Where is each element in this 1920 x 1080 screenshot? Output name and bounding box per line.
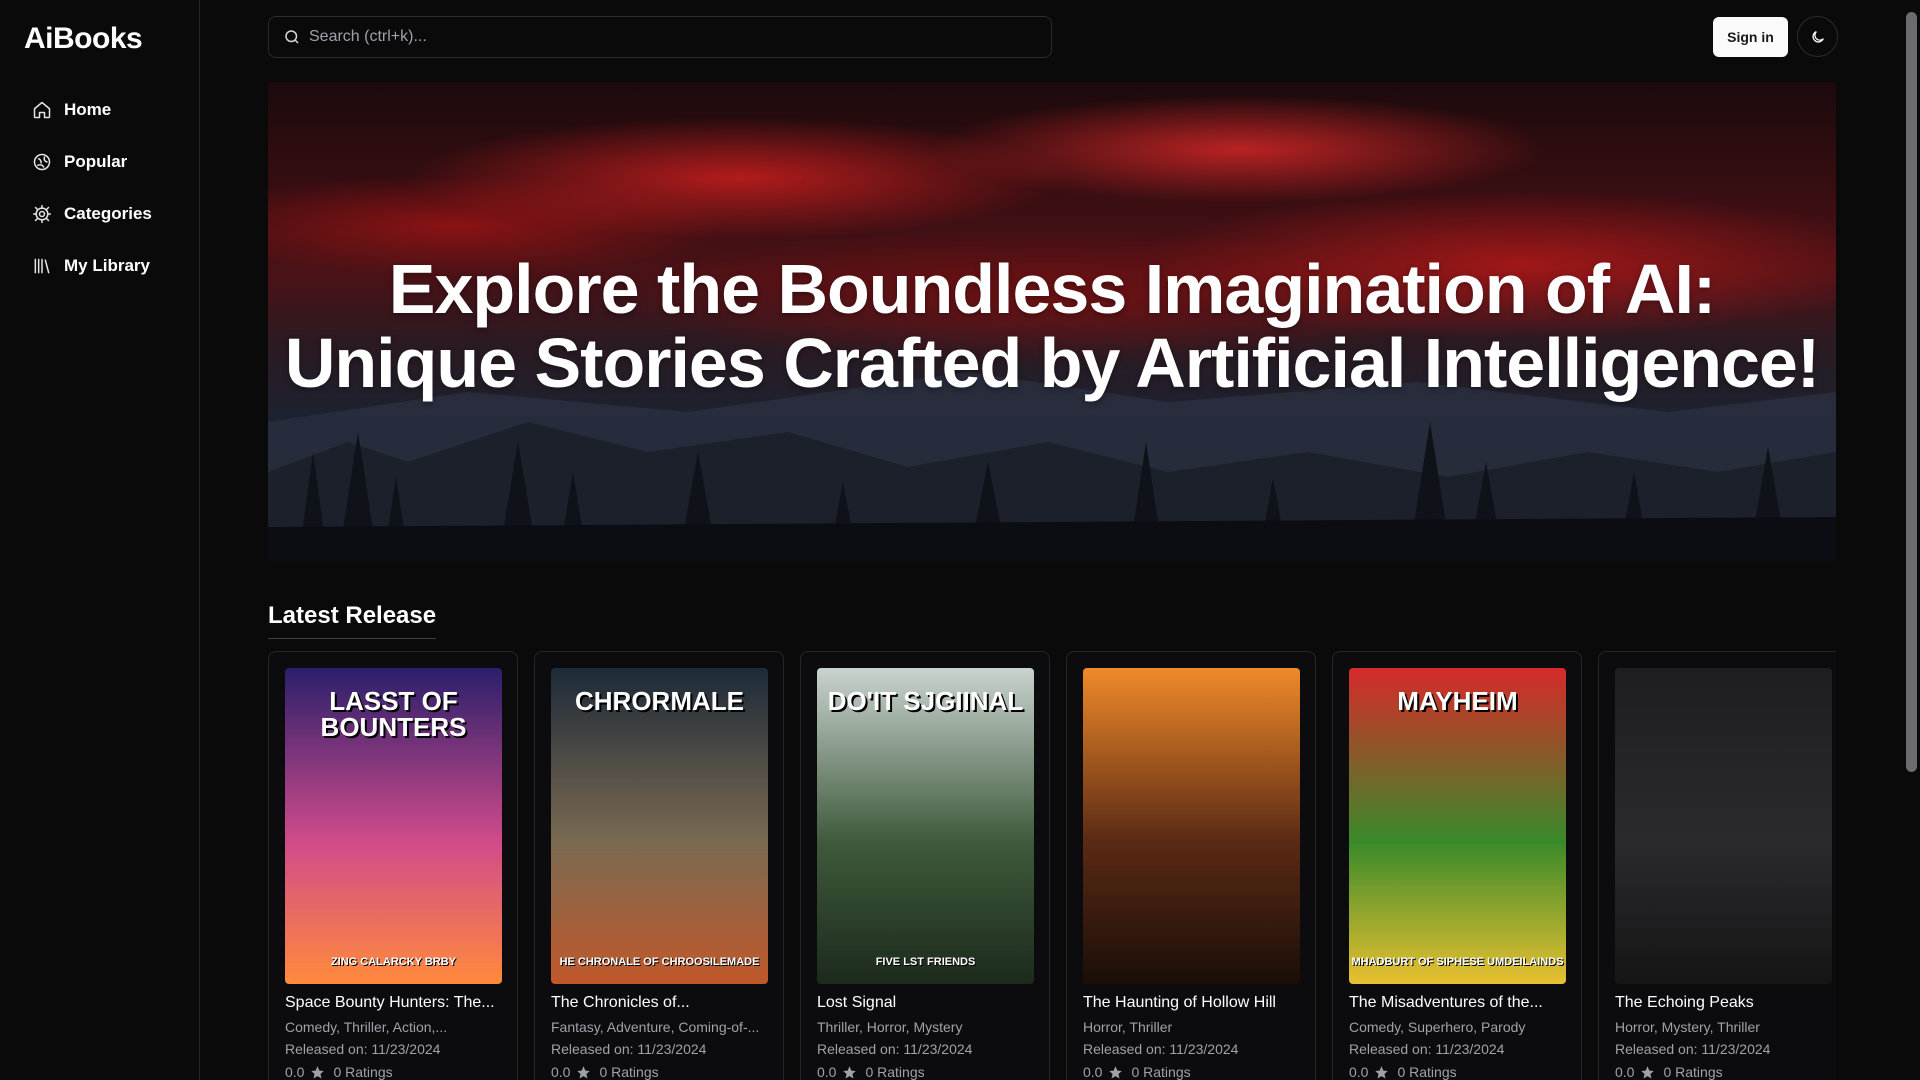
sidebar-item-categories[interactable]: Categories [32, 188, 152, 240]
book-cover-image[interactable]: MAYHEIM MHADBURT OF SIPHESE UMDEILAINDS [1349, 668, 1566, 984]
book-card[interactable]: The Echoing Peaks Horror, Mystery, Thril… [1598, 651, 1836, 1080]
book-title[interactable]: Lost Signal [817, 994, 1039, 1012]
book-title[interactable]: The Chronicles of... [551, 994, 773, 1012]
book-release-date: Released on: 11/23/2024 [1083, 1041, 1239, 1057]
book-card[interactable]: The Haunting of Hollow Hill Horror, Thri… [1066, 651, 1316, 1080]
popular-icon [33, 153, 51, 171]
app-logo[interactable]: AiBooks [24, 22, 143, 56]
search-bar [268, 16, 1052, 58]
sidebar-item-label: Home [64, 100, 112, 119]
sidebar-nav: Home Popular Categories My Library [32, 84, 152, 292]
book-release-date: Released on: 11/23/2024 [1349, 1041, 1505, 1057]
rating-value: 0.0 [1615, 1064, 1635, 1080]
book-genres: Fantasy, Adventure, Coming-of-... [551, 1019, 760, 1035]
sidebar-item-popular[interactable]: Popular [32, 136, 152, 188]
book-rating: 0.0 0 Ratings [285, 1064, 393, 1080]
book-genres: Comedy, Superhero, Parody [1349, 1019, 1526, 1035]
star-icon [577, 1065, 591, 1078]
star-icon [1375, 1065, 1389, 1078]
rating-value: 0.0 [1349, 1064, 1369, 1080]
sidebar-item-label: Popular [64, 152, 128, 171]
cover-title-text: DO'IT SJGIINAL [827, 686, 1024, 716]
ratings-count: 0 Ratings [865, 1064, 925, 1080]
sign-in-button[interactable]: Sign in [1713, 17, 1788, 57]
rating-value: 0.0 [285, 1064, 305, 1080]
sidebar-item-label: My Library [64, 256, 150, 275]
search-icon [285, 30, 299, 44]
cover-title-text: LASST OF BOUNTERS [320, 686, 467, 742]
gear-icon [32, 204, 52, 224]
book-cover-image[interactable] [1083, 668, 1300, 984]
book-cover-image[interactable]: LASST OF BOUNTERS ZING CALARCKY BRBY [285, 668, 502, 984]
page-scrollbar-thumb[interactable] [1906, 12, 1917, 772]
book-card[interactable]: LASST OF BOUNTERS ZING CALARCKY BRBY Spa… [268, 651, 518, 1080]
ratings-count: 0 Ratings [1397, 1064, 1457, 1080]
book-release-date: Released on: 11/23/2024 [1615, 1041, 1771, 1057]
book-rating: 0.0 0 Ratings [1083, 1064, 1191, 1080]
ratings-count: 0 Ratings [1131, 1064, 1191, 1080]
book-title[interactable]: Space Bounty Hunters: The... [285, 994, 507, 1012]
book-release-date: Released on: 11/23/2024 [285, 1041, 441, 1057]
book-rating: 0.0 0 Ratings [1615, 1064, 1723, 1080]
sidebar-item-home[interactable]: Home [32, 84, 152, 136]
library-icon [34, 258, 50, 274]
book-genres: Thriller, Horror, Mystery [817, 1019, 963, 1035]
book-genres: Horror, Thriller [1083, 1019, 1173, 1035]
cover-title-text: CHRORMALE [575, 686, 744, 716]
book-release-date: Released on: 11/23/2024 [817, 1041, 973, 1057]
book-title[interactable]: The Echoing Peaks [1615, 994, 1836, 1012]
sidebar-item-my-library[interactable]: My Library [32, 240, 152, 292]
cover-subtitle-text: FIVE LST FRIENDS [875, 956, 976, 968]
rating-value: 0.0 [817, 1064, 837, 1080]
book-genres: Comedy, Thriller, Action,... [285, 1019, 448, 1035]
book-cover-image[interactable]: DO'IT SJGIINAL FIVE LST FRIENDS [817, 668, 1034, 984]
ratings-count: 0 Ratings [599, 1064, 659, 1080]
cover-subtitle-text: HE CHRONALE OF CHROOSILEMADE [559, 956, 760, 968]
book-card[interactable]: CHRORMALE HE CHRONALE OF CHROOSILEMADE T… [534, 651, 784, 1080]
hero-title: Explore the Boundless Imagination of AI:… [284, 250, 1820, 402]
cover-subtitle-text: MHADBURT OF SIPHESE UMDEILAINDS [1351, 956, 1564, 968]
moon-icon [1811, 30, 1824, 43]
search-input[interactable] [309, 28, 1051, 46]
book-genres: Horror, Mystery, Thriller [1615, 1019, 1760, 1035]
hero-banner: Explore the Boundless Imagination of AI:… [268, 82, 1836, 562]
star-icon [1641, 1065, 1655, 1078]
book-card[interactable]: DO'IT SJGIINAL FIVE LST FRIENDS Lost Sig… [800, 651, 1050, 1080]
sidebar: AiBooks Home Popular Categories My Libra… [0, 0, 200, 1080]
theme-toggle-button[interactable] [1797, 16, 1838, 57]
rating-value: 0.0 [551, 1064, 571, 1080]
star-icon [1109, 1065, 1123, 1078]
book-rating: 0.0 0 Ratings [551, 1064, 659, 1080]
book-cover-image[interactable]: CHRORMALE HE CHRONALE OF CHROOSILEMADE [551, 668, 768, 984]
book-card[interactable]: MAYHEIM MHADBURT OF SIPHESE UMDEILAINDS … [1332, 651, 1582, 1080]
book-title[interactable]: The Haunting of Hollow Hill [1083, 994, 1305, 1012]
book-rating: 0.0 0 Ratings [1349, 1064, 1457, 1080]
ratings-count: 0 Ratings [333, 1064, 393, 1080]
cover-subtitle-text: ZING CALARCKY BRBY [330, 956, 457, 968]
rating-value: 0.0 [1083, 1064, 1103, 1080]
sidebar-item-label: Categories [64, 204, 152, 223]
book-rating: 0.0 0 Ratings [817, 1064, 925, 1080]
star-icon [843, 1065, 857, 1078]
ratings-count: 0 Ratings [1663, 1064, 1723, 1080]
book-list: LASST OF BOUNTERS ZING CALARCKY BRBY Spa… [268, 651, 1836, 1080]
latest-release-heading: Latest Release [268, 602, 437, 639]
star-icon [311, 1065, 325, 1078]
book-release-date: Released on: 11/23/2024 [551, 1041, 707, 1057]
home-icon [33, 101, 51, 119]
cover-title-text: MAYHEIM [1397, 686, 1518, 716]
book-cover-image[interactable] [1615, 668, 1832, 984]
book-title[interactable]: The Misadventures of the... [1349, 994, 1571, 1012]
